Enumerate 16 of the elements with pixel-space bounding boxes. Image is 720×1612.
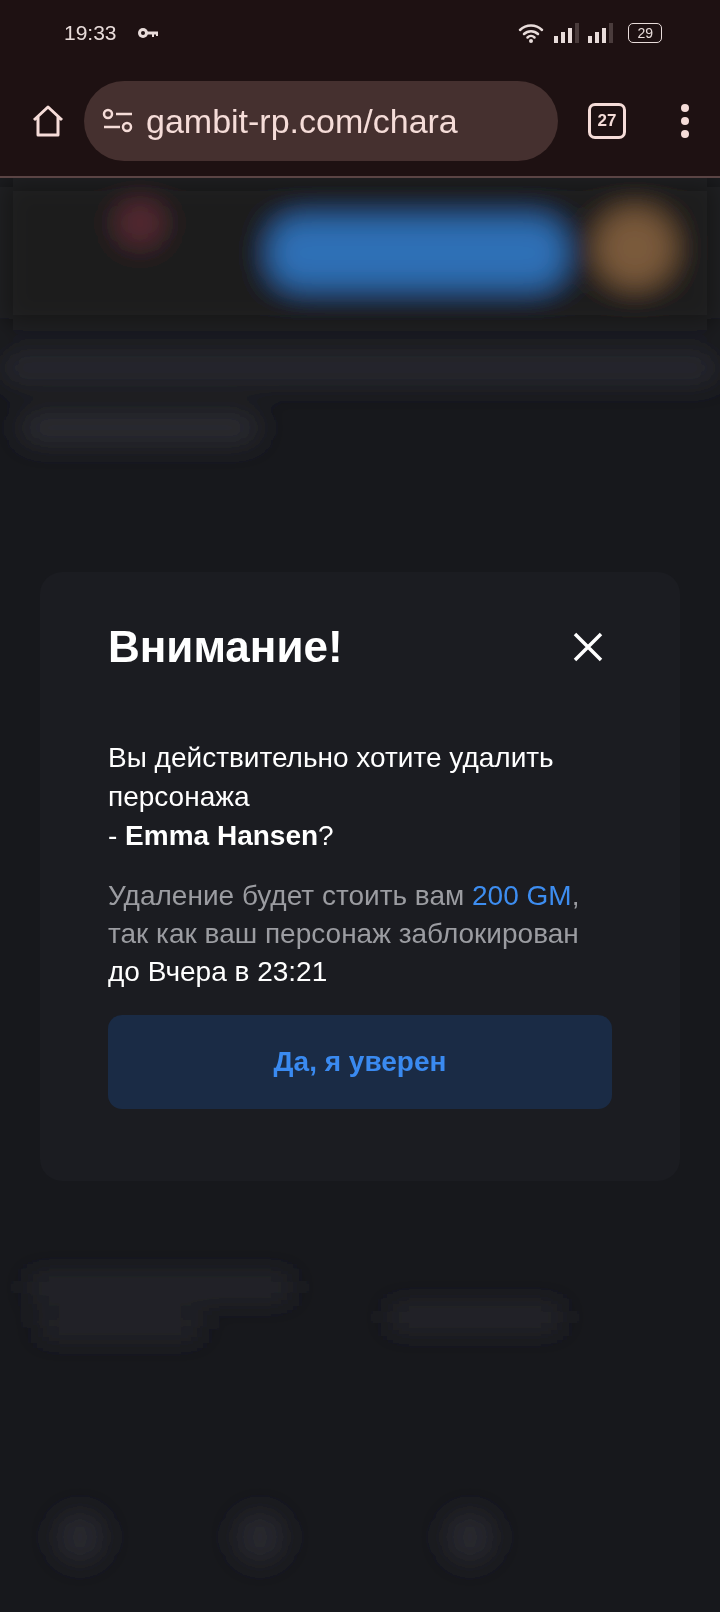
confirm-button[interactable]: Да, я уверен xyxy=(108,1015,612,1109)
signal-icon xyxy=(588,22,615,44)
battery-indicator: 29 xyxy=(628,23,662,43)
menu-icon[interactable] xyxy=(680,104,690,138)
dialog-title: Внимание! xyxy=(108,622,343,672)
home-icon[interactable] xyxy=(30,103,66,139)
key-icon xyxy=(136,27,159,39)
site-settings-icon[interactable] xyxy=(102,107,134,135)
url-text: gambit-rp.com/chara xyxy=(146,101,458,141)
cost-note: Удаление будет стоить вам 200 GM, так как ваш персонаж заблокирован до Вчера в 23:21 xyxy=(108,879,581,989)
tab-count-button[interactable]: 27 xyxy=(588,103,626,139)
close-icon[interactable] xyxy=(572,631,604,663)
status-time: 19:33 xyxy=(64,21,117,45)
address-bar[interactable]: gambit-rp.com/chara xyxy=(84,81,558,161)
signal-icon xyxy=(554,22,581,44)
confirmation-message: Вы действительно хотите удалить персонажа - Emma Hansen? xyxy=(108,741,555,853)
